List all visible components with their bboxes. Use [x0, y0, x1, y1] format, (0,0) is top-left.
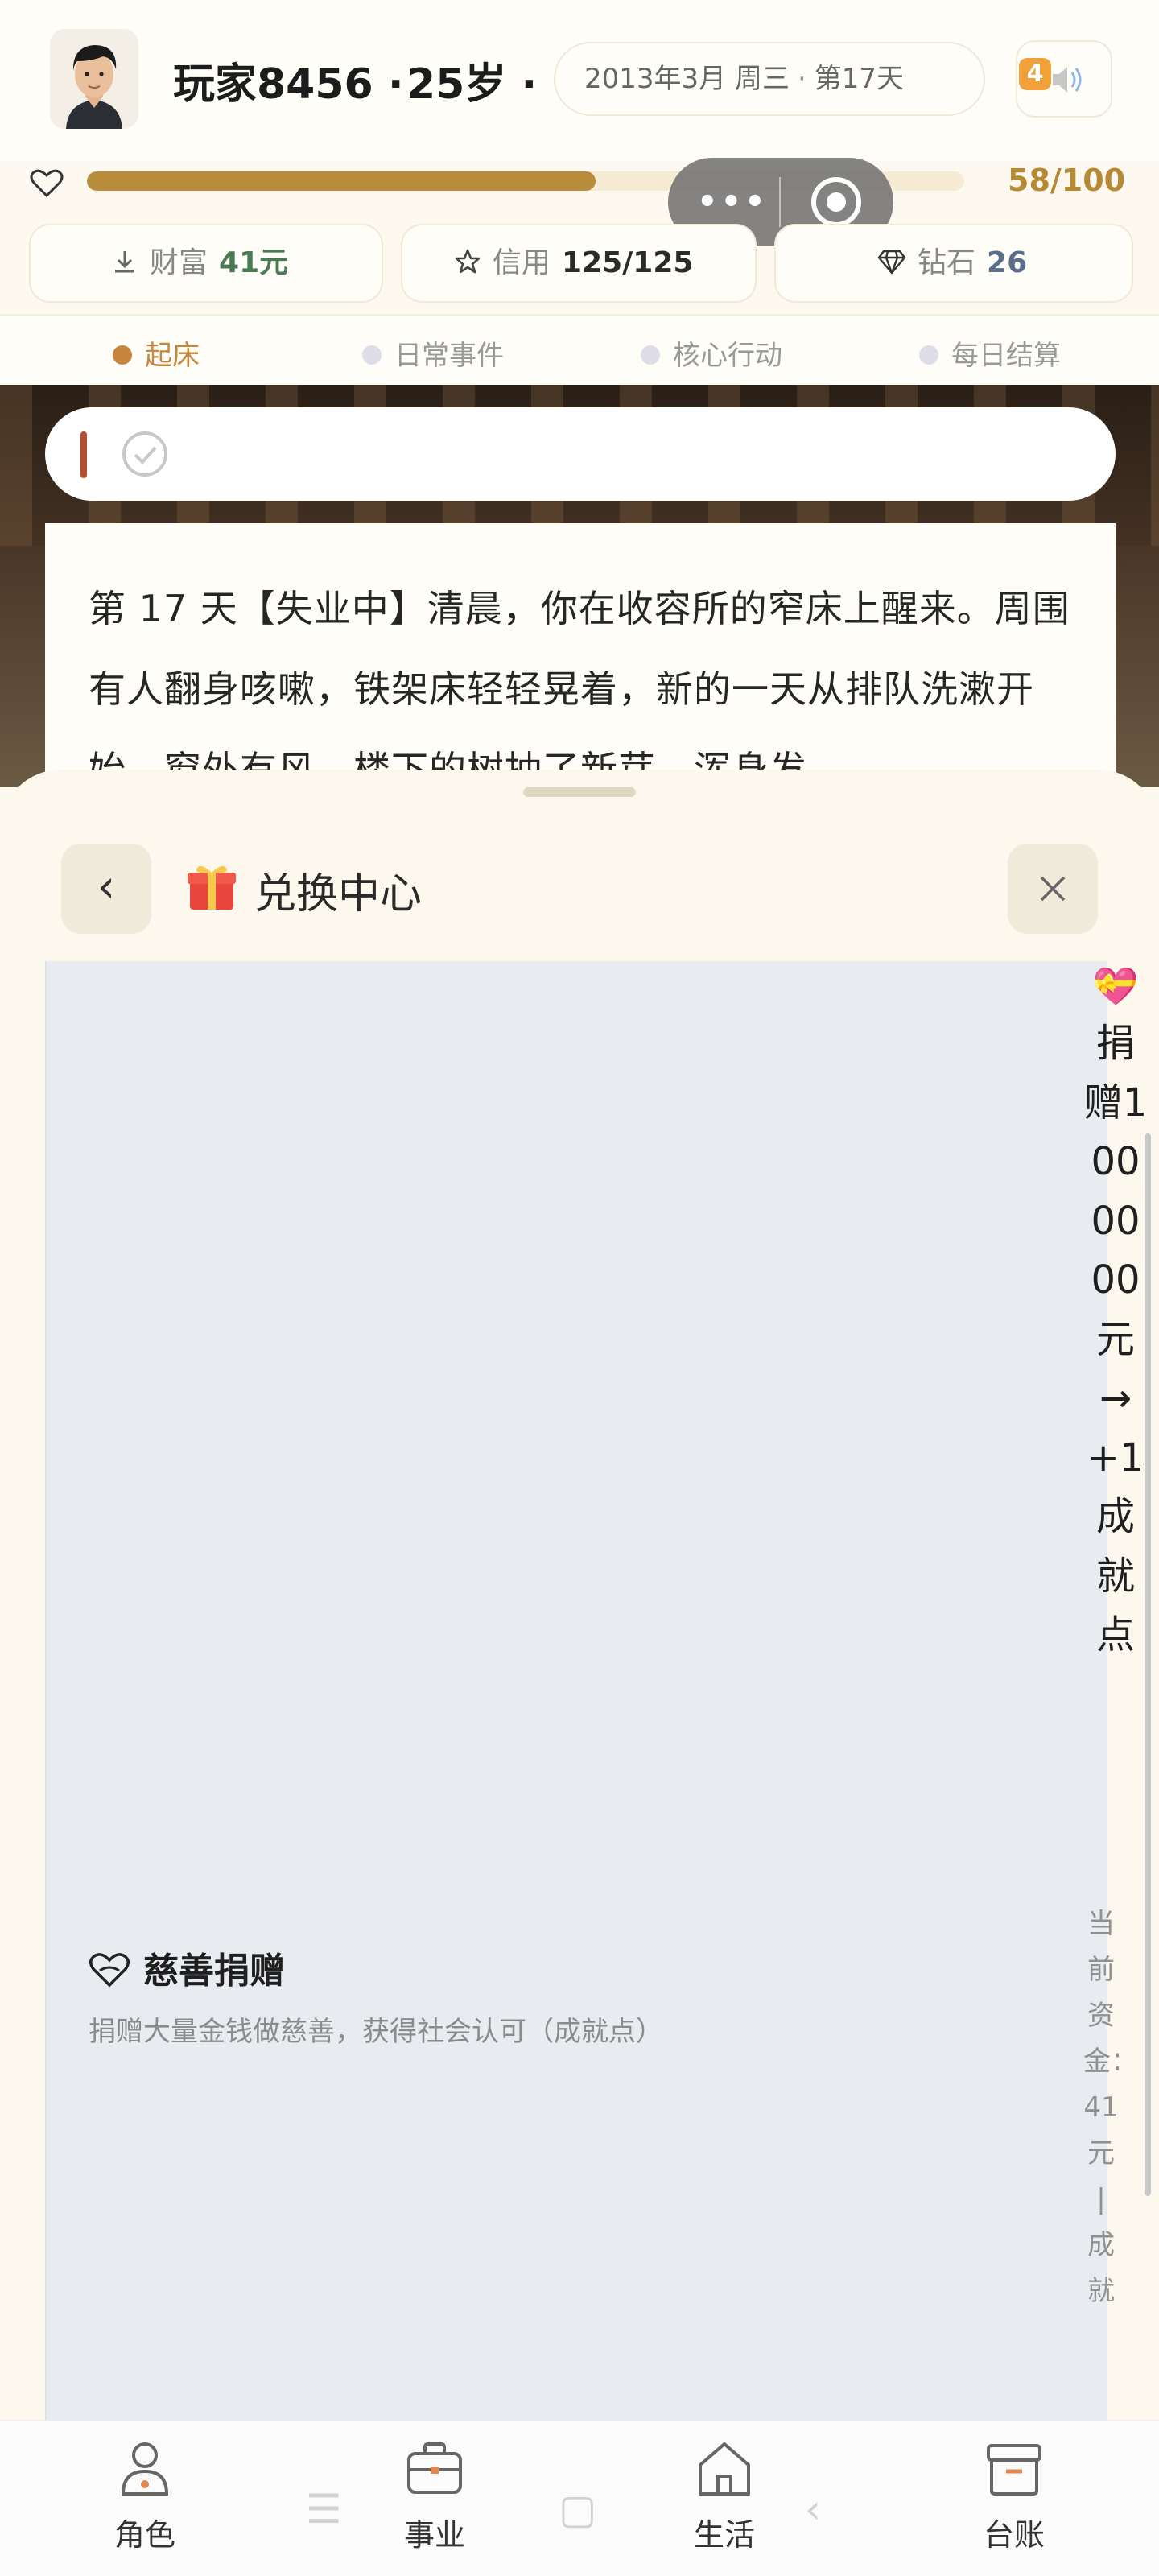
close-icon [1040, 876, 1066, 902]
phase-daily-settlement[interactable]: 每日结算 [919, 333, 1061, 373]
check-circle-icon [122, 431, 167, 477]
donate-action-text: 捐赠1000000元→+1成就点 [1083, 1021, 1148, 1657]
close-miniprogram-icon[interactable] [811, 177, 861, 227]
game-day: 第17天 [814, 63, 905, 95]
phase-dot [362, 345, 382, 365]
wealth-label: 财富 [150, 246, 208, 279]
phase-core-actions[interactable]: 核心行动 [641, 333, 782, 373]
top-bar: 玩家8456 · 25岁 · 2013年3月 周三 · 第17天 4 [0, 0, 1159, 161]
health-progress-text: 58/100 [1008, 163, 1126, 198]
phase-label: 起床 [145, 340, 200, 372]
sheet-title: 兑换中心 [254, 870, 423, 919]
download-arrow-icon [115, 251, 134, 273]
nav-ledger-label: 台账 [983, 2517, 1045, 2553]
nav-ledger[interactable]: 台账 [942, 2438, 1087, 2554]
nav-role[interactable]: 角色 [72, 2438, 217, 2554]
archive-box-icon [987, 2444, 1041, 2496]
exchange-item-card: 慈善捐赠 捐赠大量金钱做慈善，获得社会认可（成就点） [45, 961, 1107, 2420]
gift-heart-icon: 💝 [1092, 964, 1139, 1008]
story-marker [80, 431, 87, 478]
health-progress-fill [87, 171, 596, 191]
phase-label: 核心行动 [673, 340, 782, 372]
credit-label: 信用 [493, 246, 551, 279]
story-card: 第 17 天【失业中】清晨，你在收容所的窄床上醒来。周围有人翻身咳嗽，铁架床轻轻… [45, 523, 1116, 787]
star-icon [455, 249, 481, 274]
home-icon [699, 2442, 750, 2496]
current-funds-text: 当前资金：41元 | 成就 [1083, 1908, 1119, 2307]
system-back-icon[interactable]: ‹ [805, 2486, 821, 2533]
story-scene: 第 17 天【失业中】清晨，你在收容所的窄床上醒来。周围有人翻身咳嗽，铁架床轻轻… [0, 385, 1159, 787]
game-date: 2013年3月 周三 [584, 63, 790, 95]
charity-title-text: 慈善捐赠 [143, 1951, 285, 1992]
heart-hand-icon [89, 1953, 130, 1988]
diamond-stat: 钻石 26 [774, 224, 1133, 303]
speaker-icon [1053, 67, 1082, 93]
gift-icon [188, 865, 236, 910]
heart-icon [30, 169, 64, 198]
phase-daily-events[interactable]: 日常事件 [362, 333, 504, 373]
player-age: 25岁 · [406, 60, 538, 109]
diamond-icon [877, 250, 906, 275]
player-name: 玩家8456 · [173, 60, 404, 109]
phase-dot [919, 345, 938, 365]
nav-career[interactable]: 事业 [362, 2438, 507, 2554]
phase-tabs: 起床 日常事件 核心行动 每日结算 [0, 314, 1159, 385]
exchange-center-sheet: ‹ 兑换中心 慈善捐赠 捐赠大量金钱做慈善，获得社会认可（成就点） [0, 770, 1159, 2420]
nav-career-label: 事业 [403, 2517, 465, 2553]
date-separator: · [797, 63, 806, 95]
back-button[interactable]: ‹ [61, 844, 151, 934]
credit-value: 125/125 [562, 246, 694, 279]
close-button[interactable] [1008, 844, 1098, 934]
phase-label: 日常事件 [394, 340, 504, 372]
charity-description: 捐赠大量金钱做慈善，获得社会认可（成就点） [89, 2016, 663, 2048]
briefcase-icon [407, 2442, 462, 2494]
charity-title: 慈善捐赠 [89, 1942, 285, 1993]
phase-dot [641, 345, 660, 365]
wealth-stat: 财富 41元 [29, 224, 383, 303]
diamond-value: 26 [987, 246, 1028, 279]
credit-stat: 信用 125/125 [401, 224, 757, 303]
donate-action[interactable]: 💝 捐赠1000000元→+1成就点 [1083, 958, 1148, 1666]
scrollbar[interactable] [1145, 1133, 1151, 2196]
diamond-label: 钻石 [918, 246, 976, 279]
system-menu-icon[interactable]: ☰ [306, 2486, 342, 2533]
nav-life[interactable]: 生活 [652, 2438, 797, 2554]
system-home-icon[interactable]: ▢ [559, 2486, 596, 2533]
sheet-header: ‹ 兑换中心 [0, 770, 1159, 961]
nav-role-label: 角色 [113, 2517, 175, 2553]
phase-label: 每日结算 [951, 340, 1061, 372]
phase-dot [113, 345, 132, 365]
bottom-nav: 角色 事业 生活 台账 ☰ ▢ ‹ [0, 2420, 1159, 2576]
nav-life-label: 生活 [693, 2517, 755, 2553]
more-icon[interactable]: ••• [697, 184, 769, 221]
wealth-value: 41元 [219, 246, 289, 279]
date-pill: 2013年3月 周三 · 第17天 [554, 42, 985, 116]
capsule-divider [779, 177, 781, 227]
level-badge: 4 [1019, 58, 1051, 90]
person-icon [121, 2442, 169, 2496]
story-text: 第 17 天【失业中】清晨，你在收容所的窄床上醒来。周围有人翻身咳嗽，铁架床轻轻… [89, 587, 1070, 787]
player-avatar[interactable] [50, 29, 138, 129]
story-choice-bar[interactable] [45, 407, 1116, 501]
sheet-drag-handle[interactable] [523, 787, 636, 797]
phase-wake-up[interactable]: 起床 [113, 333, 200, 373]
